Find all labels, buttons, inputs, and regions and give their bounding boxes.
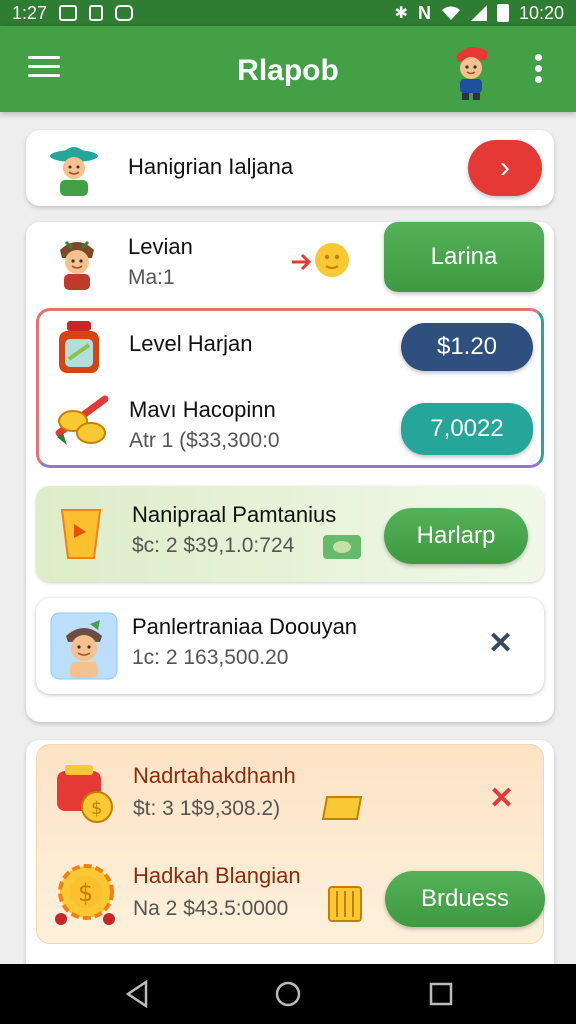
plain-row-subtitle: 1c: 2 163,500.20 bbox=[132, 646, 289, 669]
main-header-subtitle: Ma:1 bbox=[128, 266, 175, 289]
character-portrait-icon bbox=[50, 612, 118, 680]
gallery-icon bbox=[59, 5, 78, 21]
mavi-row-subtitle: Atr 1 ($33,300:0 bbox=[129, 429, 280, 452]
top-card-title: Hanigrian Ialjana bbox=[128, 154, 294, 179]
coins-icon bbox=[55, 395, 109, 445]
kebab-more-icon[interactable] bbox=[530, 54, 546, 84]
home-icon[interactable] bbox=[274, 980, 302, 1008]
highlight-box: Level Harjan $1.20 Mavı Hacopinn Atr 1 (… bbox=[36, 308, 544, 468]
status-bar: 1:27 ✱ N 10:20 bbox=[0, 0, 576, 26]
chevron-right-icon[interactable]: › bbox=[468, 140, 542, 196]
bluetooth-icon: ✱ bbox=[394, 5, 408, 22]
gold-gear-coin-icon: $ bbox=[55, 864, 115, 925]
signal-icon bbox=[470, 5, 487, 21]
level-value-button[interactable]: $1.20 bbox=[401, 323, 533, 371]
hadkah-row-title: Hadkah Blangian bbox=[133, 863, 301, 888]
nadrtah-row-subtitle: $t: 3 1$9,308.2) bbox=[133, 797, 281, 820]
svg-text:$: $ bbox=[91, 798, 102, 819]
back-icon[interactable] bbox=[124, 980, 150, 1008]
main-header-title: Levian bbox=[128, 234, 193, 259]
wifi-icon bbox=[441, 6, 460, 20]
larina-button[interactable]: Larina bbox=[384, 222, 544, 292]
status-clock: 10:20 bbox=[518, 2, 564, 23]
green-row-subtitle: $c: 2 $39,1.0:724 bbox=[132, 534, 295, 557]
character-icon bbox=[50, 147, 98, 196]
status-time: 1:27 bbox=[12, 2, 48, 23]
gold-stack-icon bbox=[328, 886, 362, 922]
profile-avatar[interactable] bbox=[450, 42, 492, 102]
app-notification-icon bbox=[115, 5, 134, 21]
mavi-row-title: Mavı Hacopinn bbox=[129, 397, 276, 422]
navigation-bar bbox=[0, 964, 576, 1024]
plain-row[interactable]: Panlertraniaa Doouyan 1c: 2 163,500.20 ✕ bbox=[36, 598, 544, 694]
cash-icon bbox=[323, 535, 361, 559]
close-x-icon[interactable]: ✕ bbox=[489, 781, 514, 816]
notification-icon bbox=[89, 5, 104, 21]
potion-jar-icon bbox=[59, 321, 99, 373]
top-card[interactable]: Hanigrian Ialjana › bbox=[26, 130, 554, 206]
close-x-icon[interactable]: ✕ bbox=[488, 626, 513, 661]
cup-icon bbox=[60, 509, 102, 559]
svg-text:$: $ bbox=[78, 879, 93, 907]
screen: 1:27 ✱ N 10:20 Rlapob Hanigrian Ialjana … bbox=[0, 0, 576, 1024]
gold-bar-icon bbox=[321, 796, 363, 820]
bottom-card: $ Nadrtahakdhanh $t: 3 1$9,308.2) ✕ $ Ha… bbox=[26, 740, 554, 980]
green-row[interactable]: Nanipraal Pamtanius $c: 2 $39,1.0:724 Ha… bbox=[36, 486, 544, 582]
harlarp-button[interactable]: Harlarp bbox=[384, 508, 528, 564]
arrow-reward-icon bbox=[292, 243, 349, 277]
treasure-bag-icon: $ bbox=[57, 765, 113, 823]
brduess-button[interactable]: Brduess bbox=[385, 871, 545, 927]
green-row-title: Nanipraal Pamtanius bbox=[132, 502, 337, 527]
recents-icon[interactable] bbox=[428, 980, 454, 1008]
mavi-value-button[interactable]: 7,0022 bbox=[401, 403, 533, 455]
hadkah-row-subtitle: Na 2 $43.5:0000 bbox=[133, 897, 289, 920]
battery-icon bbox=[496, 4, 509, 22]
app-bar: Rlapob bbox=[0, 26, 576, 112]
plain-row-title: Panlertraniaa Doouyan bbox=[132, 614, 358, 639]
orange-panel: $ Nadrtahakdhanh $t: 3 1$9,308.2) ✕ $ Ha… bbox=[36, 744, 545, 944]
main-card: Levian Ma:1 Larina Level Harjan $1.20 Ma… bbox=[26, 222, 554, 722]
character-icon bbox=[60, 240, 94, 290]
nfc-icon: N bbox=[417, 2, 431, 23]
nadrtah-row-title: Nadrtahakdhanh bbox=[133, 763, 296, 788]
level-row-title: Level Harjan bbox=[129, 331, 253, 356]
